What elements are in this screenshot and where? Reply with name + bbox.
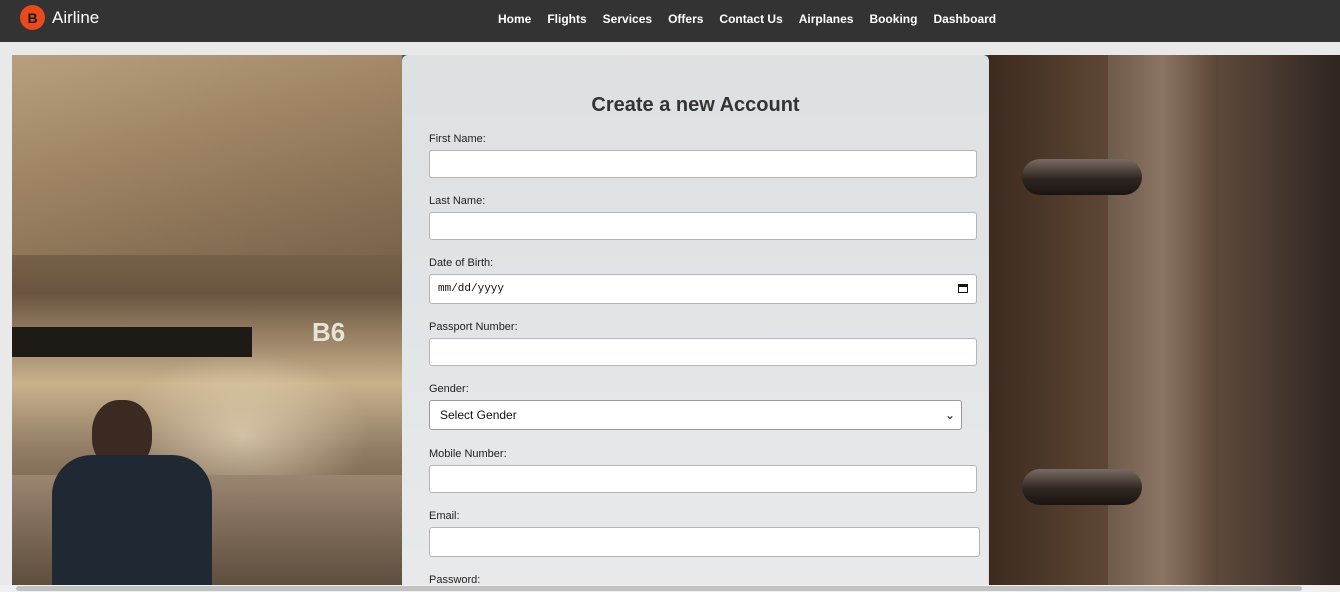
dob-value: mm/dd/yyyy (438, 283, 505, 295)
nav-booking[interactable]: Booking (869, 12, 917, 26)
nav-services[interactable]: Services (603, 12, 652, 26)
nav-home[interactable]: Home (498, 12, 531, 26)
signup-form-card: Create a new Account First Name: Last Na… (402, 55, 989, 592)
door-handle-top (1022, 159, 1142, 195)
nav-contact-us[interactable]: Contact Us (719, 12, 782, 26)
dob-label: Date of Birth: (429, 257, 494, 269)
door-scene (988, 55, 1340, 585)
email-input[interactable] (429, 527, 980, 557)
calendar-icon[interactable] (958, 284, 968, 293)
nav-dashboard[interactable]: Dashboard (933, 12, 996, 26)
nav-links: Home Flights Services Offers Contact Us … (498, 12, 1012, 26)
email-label: Email: (429, 510, 460, 522)
hallway-ceiling (12, 55, 402, 255)
gate-sign-bar (12, 327, 252, 357)
passport-input[interactable] (429, 338, 977, 366)
top-navbar: B Airline Home Flights Services Offers C… (0, 0, 1340, 42)
door-handle-bottom (1022, 469, 1142, 505)
traveler-body (52, 455, 212, 585)
first-name-label: First Name: (429, 133, 486, 145)
gate-sign-text: B6 (312, 317, 346, 347)
brand-logo-icon[interactable]: B (20, 5, 45, 30)
gender-selected: Select Gender (440, 408, 517, 422)
passport-label: Passport Number: (429, 321, 518, 333)
mobile-input[interactable] (429, 465, 977, 493)
mobile-label: Mobile Number: (429, 448, 507, 460)
gender-select[interactable]: Select Gender ⌄ (429, 400, 962, 430)
nav-flights[interactable]: Flights (547, 12, 586, 26)
last-name-label: Last Name: (429, 195, 486, 207)
horizontal-scrollbar[interactable] (0, 585, 1340, 592)
dob-input[interactable]: mm/dd/yyyy (429, 274, 977, 304)
first-name-input[interactable] (429, 150, 977, 178)
scrollbar-thumb[interactable] (16, 586, 1302, 591)
chevron-down-icon: ⌄ (944, 408, 955, 422)
form-title: Create a new Account (591, 94, 800, 116)
door-edge (1108, 55, 1218, 585)
gender-label: Gender: (429, 383, 469, 395)
last-name-input[interactable] (429, 212, 977, 240)
airport-hallway-scene: B6 (12, 55, 402, 585)
nav-offers[interactable]: Offers (668, 12, 703, 26)
traveler-figure (52, 400, 212, 585)
nav-airplanes[interactable]: Airplanes (799, 12, 854, 26)
brand-name[interactable]: Airline (52, 8, 99, 28)
